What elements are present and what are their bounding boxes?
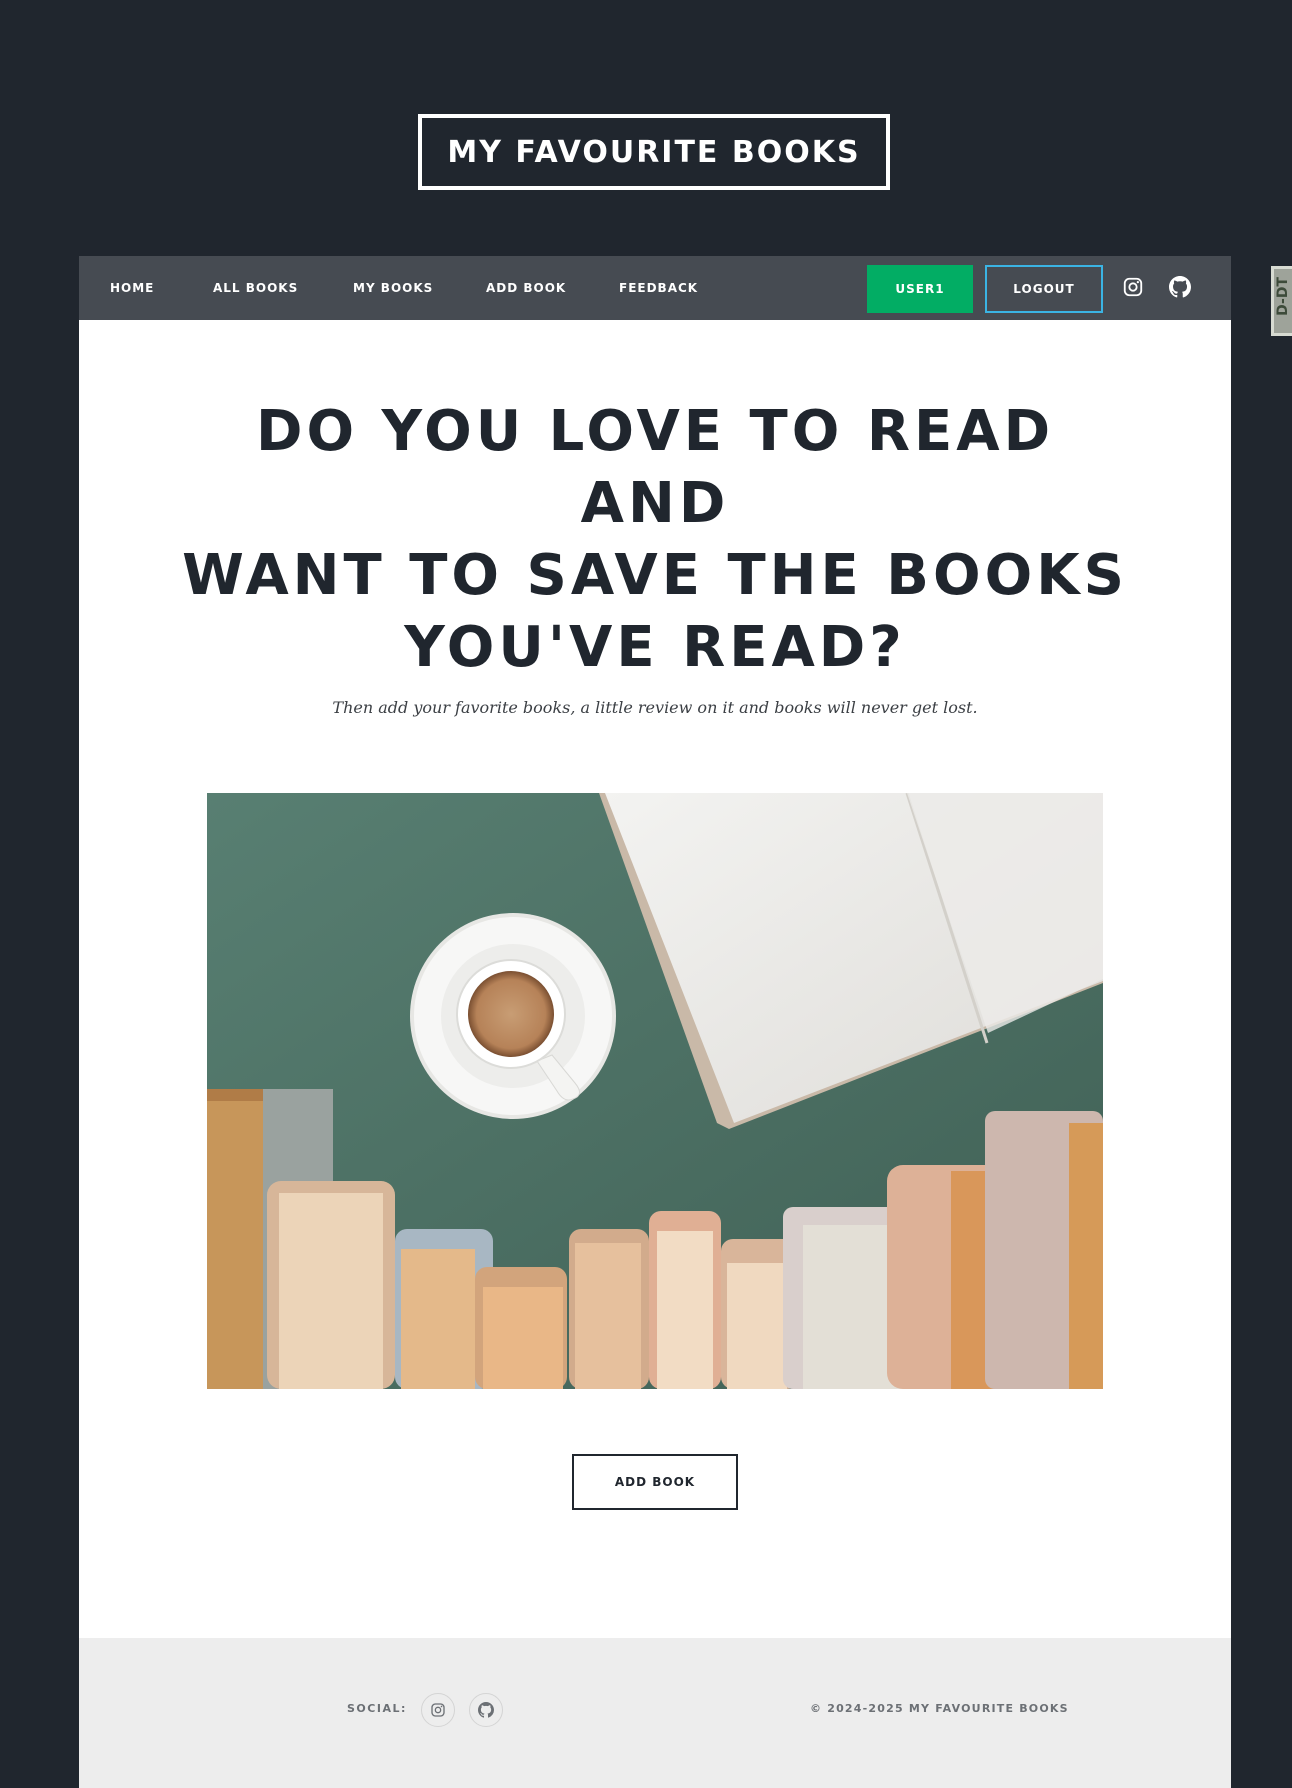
social-label: SOCIAL: bbox=[347, 1702, 407, 1715]
site-title: MY FAVOURITE BOOKS bbox=[447, 134, 861, 170]
nav-link-home[interactable]: HOME bbox=[110, 256, 154, 320]
github-icon bbox=[478, 1702, 494, 1718]
side-tab-label: D-DT bbox=[1275, 277, 1291, 316]
hero-headline-line: YOU'VE READ? bbox=[404, 615, 906, 680]
footer-instagram-button[interactable] bbox=[421, 1693, 455, 1727]
footer-github-button[interactable] bbox=[469, 1693, 503, 1727]
footer: SOCIAL: © 2024-2025 MY FAVOURITE BOOKS bbox=[79, 1638, 1231, 1788]
nav-link-feedback[interactable]: FEEDBACK bbox=[619, 256, 698, 320]
hero-headline-line: WANT TO SAVE THE BOOKS bbox=[182, 543, 1128, 608]
add-book-button[interactable]: ADD BOOK bbox=[572, 1454, 738, 1510]
hero-subline: Then add your favorite books, a little r… bbox=[332, 698, 978, 717]
hero-image bbox=[207, 793, 1103, 1389]
main-card: HOME ALL BOOKS MY BOOKS ADD BOOK FEEDBAC… bbox=[79, 256, 1231, 1788]
logout-button[interactable]: LOGOUT bbox=[985, 265, 1103, 313]
hero-headline-line: DO YOU LOVE TO READ AND bbox=[255, 399, 1055, 536]
nav-bar: HOME ALL BOOKS MY BOOKS ADD BOOK FEEDBAC… bbox=[79, 256, 1231, 320]
nav-link-all-books[interactable]: ALL BOOKS bbox=[213, 256, 298, 320]
site-title-box[interactable]: MY FAVOURITE BOOKS bbox=[418, 114, 890, 190]
nav-link-my-books[interactable]: MY BOOKS bbox=[353, 256, 433, 320]
instagram-icon bbox=[431, 1703, 445, 1717]
github-icon[interactable] bbox=[1169, 276, 1191, 298]
nav-link-add-book[interactable]: ADD BOOK bbox=[486, 256, 566, 320]
side-tab[interactable]: D-DT bbox=[1271, 266, 1292, 336]
instagram-icon[interactable] bbox=[1122, 276, 1144, 298]
user-button[interactable]: USER1 bbox=[867, 265, 973, 313]
copyright-text: © 2024-2025 MY FAVOURITE BOOKS bbox=[810, 1702, 1069, 1715]
hero-headline: DO YOU LOVE TO READ AND WANT TO SAVE THE… bbox=[179, 396, 1131, 684]
